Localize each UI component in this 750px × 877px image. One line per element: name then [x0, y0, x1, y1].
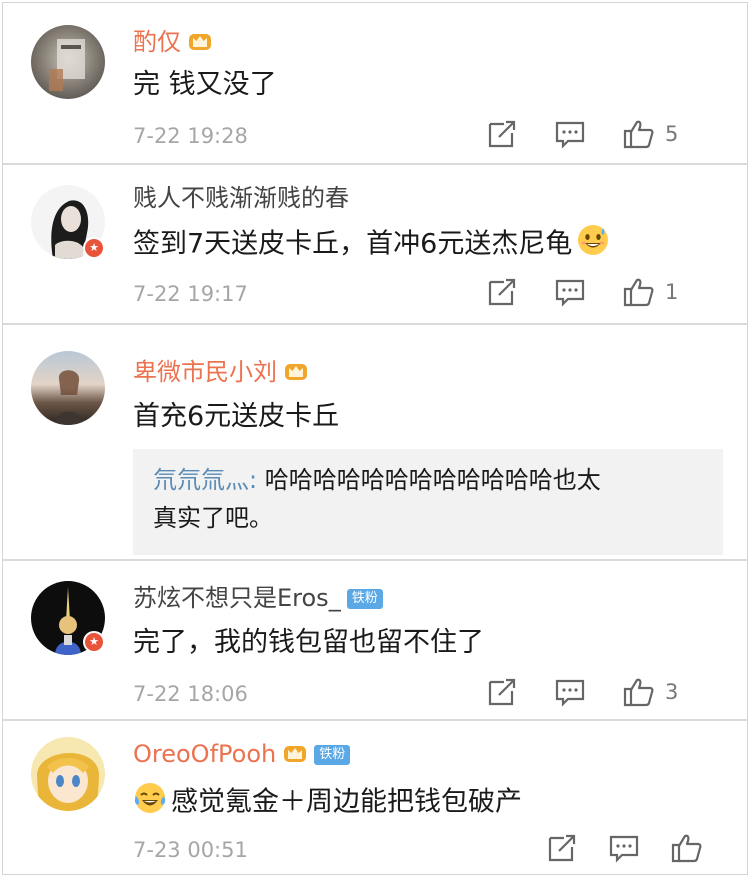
share-icon[interactable] [547, 833, 577, 863]
like-icon[interactable] [623, 277, 654, 307]
comment-actions [547, 833, 747, 865]
verified-badge: ★ [83, 631, 105, 653]
comment-text: 首充6元送皮卡丘 [133, 401, 340, 432]
like-icon[interactable] [671, 833, 702, 863]
comment-text: 完了，我的钱包留也留不住了 [133, 627, 484, 658]
vip-crown-icon [187, 28, 213, 59]
vip-crown-icon [282, 740, 308, 771]
like-icon[interactable] [623, 677, 654, 707]
fan-badge: 铁粉 [314, 745, 351, 765]
quoted-username[interactable]: 氘氘氚灬: [153, 466, 257, 494]
comment-item: ★ 贱人不贱渐渐贱的春 签到7天送皮卡丘，首冲6元送杰尼龟 7-22 19:17… [3, 165, 747, 325]
username[interactable]: 酌仅 [133, 27, 213, 59]
comment-list: 酌仅 完 钱又没了 7-22 19:28 5 ★ 贱人不贱渐渐贱的春 签到7天送… [2, 2, 748, 875]
username[interactable]: 贱人不贱渐渐贱的春 [133, 183, 349, 213]
avatar-image [49, 39, 85, 91]
timestamp: 7-22 19:28 [133, 124, 248, 148]
comment-icon[interactable] [555, 677, 585, 707]
share-icon[interactable] [487, 119, 517, 149]
timestamp: 7-22 18:06 [133, 682, 248, 706]
timestamp: 7-23 00:51 [133, 838, 248, 862]
username[interactable]: 卑微市民小刘 [133, 357, 309, 389]
quoted-text: 哈哈哈哈哈哈哈哈哈哈哈哈也太 [257, 466, 601, 494]
like-icon[interactable] [623, 119, 654, 149]
avatar[interactable] [31, 351, 105, 425]
comment-icon[interactable] [609, 833, 639, 863]
comment-item: OreoOfPooh 铁粉 感觉氪金＋周边能把钱包破产 7-23 00:51 [3, 721, 747, 874]
share-icon[interactable] [487, 677, 517, 707]
username[interactable]: OreoOfPooh 铁粉 [133, 739, 351, 771]
comment-icon[interactable] [555, 119, 585, 149]
username[interactable]: 苏炫不想只是Eros_ 铁粉 [133, 583, 383, 613]
vip-crown-icon [283, 358, 309, 389]
comment-text: 签到7天送皮卡丘，首冲6元送杰尼龟 [133, 223, 610, 267]
like-count: 1 [665, 280, 679, 304]
like-count: 3 [665, 680, 679, 704]
comment-icon[interactable] [555, 277, 585, 307]
fan-badge: 铁粉 [346, 589, 383, 609]
avatar[interactable] [31, 25, 105, 99]
comment-text: 完 钱又没了 [133, 69, 277, 100]
comment-actions: 3 [487, 677, 747, 709]
star-icon: ★ [85, 633, 103, 651]
comment-item: 卑微市民小刘 首充6元送皮卡丘 氘氘氚灬: 哈哈哈哈哈哈哈哈哈哈哈哈也太 真实了… [3, 325, 747, 561]
share-icon[interactable] [487, 277, 517, 307]
quoted-reply[interactable]: 氘氘氚灬: 哈哈哈哈哈哈哈哈哈哈哈哈也太 真实了吧。 [133, 449, 723, 555]
quoted-text-continued: 真实了吧。 [153, 504, 273, 532]
grinning-sweat-emoji-icon [576, 223, 610, 267]
comment-item: 酌仅 完 钱又没了 7-22 19:28 5 [3, 3, 747, 165]
timestamp: 7-22 19:17 [133, 282, 248, 306]
comment-item: ★ 苏炫不想只是Eros_ 铁粉 完了，我的钱包留也留不住了 7-22 18:06… [3, 561, 747, 721]
avatar-image [55, 370, 83, 425]
crying-laughing-emoji-icon [133, 781, 167, 825]
star-icon: ★ [85, 239, 103, 257]
comment-actions: 1 [487, 277, 747, 309]
verified-badge: ★ [83, 237, 105, 259]
comment-actions: 5 [487, 119, 747, 151]
avatar-image [36, 752, 100, 811]
comment-text: 感觉氪金＋周边能把钱包破产 [133, 781, 522, 825]
avatar[interactable] [31, 737, 105, 811]
like-count: 5 [665, 122, 679, 146]
